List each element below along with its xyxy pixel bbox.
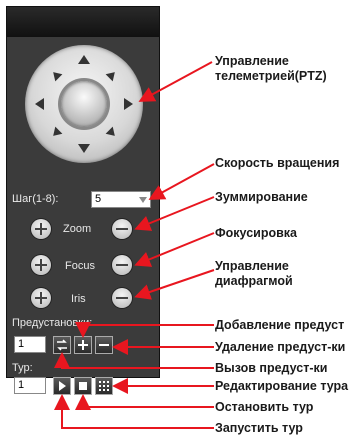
start-tour-annotation: Запустить тур — [215, 421, 303, 435]
ptz-control-line1: Управление — [215, 54, 289, 68]
rotation-speed-annotation: Скорость вращения — [215, 156, 340, 170]
zoom-annotation: Зуммирование — [215, 190, 308, 204]
delete-preset-annotation: Удаление предуст-ки — [215, 340, 346, 354]
iris-annotation: Управление диафрагмой — [215, 259, 293, 289]
zoom-annotation-arrow — [134, 196, 215, 231]
focus-annotation-arrow — [134, 232, 215, 267]
ptz-annotation-arrow — [138, 61, 213, 102]
iris-annotation-line1: Управление — [215, 259, 289, 273]
call-preset-annotation-arrow — [54, 352, 214, 369]
call-preset-annotation: Вызов предуст-ки — [215, 361, 328, 375]
add-preset-annotation-arrow — [75, 322, 214, 338]
iris-annotation-arrow — [134, 269, 215, 300]
stop-tour-annotation: Остановить тур — [215, 400, 314, 414]
ptz-control-line2: телеметрией(PTZ) — [215, 69, 327, 83]
add-preset-annotation: Добавление предуст — [215, 318, 345, 332]
ptz-control-annotation: Управление телеметрией(PTZ) — [215, 54, 327, 84]
start-tour-annotation-arrow — [54, 394, 214, 429]
stop-tour-annotation-arrow — [75, 394, 214, 410]
focus-annotation: Фокусировка — [215, 226, 298, 240]
edit-tour-annotation: Редактирование тура — [215, 379, 349, 393]
speed-annotation-arrow — [148, 163, 215, 200]
iris-annotation-line2: диафрагмой — [215, 274, 293, 288]
